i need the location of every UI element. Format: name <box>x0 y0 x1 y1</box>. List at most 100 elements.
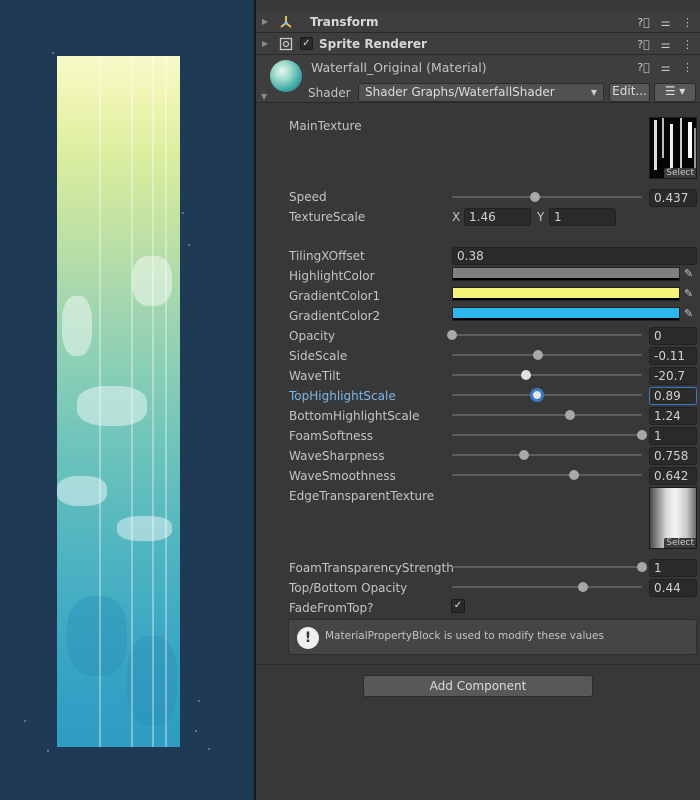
wave-smoothness-slider[interactable] <box>452 470 642 480</box>
highlight-color-swatch[interactable] <box>452 267 680 281</box>
presets-icon[interactable]: ⚌ <box>659 16 672 29</box>
gradient-color2-label: GradientColor2 <box>289 309 381 323</box>
more-options-icon[interactable]: ⋮ <box>681 38 694 51</box>
eyedropper-icon[interactable]: ✎ <box>684 307 696 321</box>
presets-icon[interactable]: ⚌ <box>659 38 672 51</box>
particle <box>198 700 200 702</box>
eyedropper-icon[interactable]: ✎ <box>684 267 696 281</box>
foam-softness-slider-thumb[interactable] <box>637 430 647 440</box>
foam-softness-slider[interactable] <box>452 430 647 440</box>
edge-transparent-texture-slot[interactable]: Select <box>649 487 697 549</box>
gradient-color1-label: GradientColor1 <box>289 289 381 303</box>
texture-scale-y-field[interactable]: 1 <box>549 208 616 226</box>
foldout-arrow-icon[interactable]: ▶ <box>262 17 272 26</box>
foam-softness-field[interactable]: 1 <box>649 427 697 445</box>
help-icon[interactable]: ?⃝ <box>637 61 650 74</box>
foldout-arrow-icon[interactable]: ▼ <box>261 92 267 101</box>
add-component-button[interactable]: Add Component <box>363 675 593 697</box>
main-texture-select-button[interactable]: Select <box>664 168 696 178</box>
gradient-color2-swatch[interactable] <box>452 307 680 321</box>
sprite-renderer-enabled-checkbox[interactable]: ✓ <box>300 37 313 50</box>
bottom-highlight-scale-slider[interactable] <box>452 410 642 420</box>
wave-tilt-label: WaveTilt <box>289 369 341 383</box>
particle <box>208 748 210 750</box>
texture-scale-label: TextureScale <box>289 210 366 224</box>
top-highlight-scale-field[interactable]: 0.89 <box>649 387 697 405</box>
foam-transparency-strength-slider[interactable] <box>452 562 647 572</box>
side-scale-field[interactable]: -0.11 <box>649 347 697 365</box>
shadow-blob <box>67 596 127 676</box>
side-scale-slider-thumb[interactable] <box>532 350 543 360</box>
top-bottom-opacity-slider[interactable] <box>452 582 642 592</box>
chevron-down-icon: ▼ <box>590 88 597 97</box>
edge-transparent-texture-label: EdgeTransparentTexture <box>289 489 435 503</box>
help-icon[interactable]: ?⃝ <box>637 38 650 51</box>
opacity-slider[interactable] <box>447 330 642 340</box>
wave-tilt-field[interactable]: -20.7 <box>649 367 697 385</box>
shader-edit-button[interactable]: Edit... <box>609 83 650 102</box>
speed-slider-thumb[interactable] <box>530 192 541 202</box>
transform-title: Transform <box>310 14 379 29</box>
wave-smoothness-field[interactable]: 0.642 <box>649 467 697 485</box>
info-help-box: ! MaterialPropertyBlock is used to modif… <box>288 619 697 655</box>
particle <box>47 750 49 752</box>
water-streak <box>99 56 101 747</box>
shader-dropdown[interactable]: Shader Graphs/WaterfallShader ▼ <box>358 83 604 102</box>
top-highlight-scale-slider[interactable] <box>452 388 642 402</box>
material-name: Waterfall_Original (Material) <box>311 60 487 75</box>
wave-smoothness-label: WaveSmoothness <box>289 469 396 483</box>
wave-tilt-slider-thumb[interactable] <box>521 370 532 380</box>
speed-field[interactable]: 0.437 <box>649 189 697 207</box>
transform-header[interactable]: ▶ Transform ?⃝ ⚌ ⋮ <box>256 11 700 33</box>
bottom-highlight-scale-slider-thumb[interactable] <box>564 410 575 420</box>
side-scale-slider[interactable] <box>452 350 642 360</box>
foldout-arrow-icon[interactable]: ▶ <box>262 39 272 48</box>
particle <box>195 730 197 732</box>
sprite-renderer-header[interactable]: ▶ ✓ Sprite Renderer ?⃝ ⚌ ⋮ <box>256 33 700 55</box>
sprite-renderer-title: Sprite Renderer <box>319 36 427 51</box>
shader-dropdown-value: Shader Graphs/WaterfallShader <box>365 85 555 99</box>
texture-scale-x-label[interactable]: X <box>452 209 460 225</box>
top-highlight-scale-slider-thumb[interactable] <box>529 388 544 402</box>
foam-transparency-strength-label: FoamTransparencyStrength <box>289 561 454 575</box>
wave-sharpness-field[interactable]: 0.758 <box>649 447 697 465</box>
foam-transparency-strength-slider-thumb[interactable] <box>637 562 647 572</box>
speed-slider[interactable] <box>452 192 642 202</box>
wave-tilt-slider[interactable] <box>452 370 642 380</box>
fade-from-top-checkbox[interactable]: ✓ <box>451 599 465 613</box>
speed-label: Speed <box>289 190 327 204</box>
presets-icon[interactable]: ⚌ <box>659 61 672 74</box>
wave-smoothness-slider-thumb[interactable] <box>568 470 579 480</box>
opacity-slider-thumb[interactable] <box>447 330 457 340</box>
water-streak <box>165 56 167 747</box>
wave-sharpness-slider[interactable] <box>452 450 642 460</box>
main-texture-slot[interactable]: Select <box>649 117 697 179</box>
foam-softness-label: FoamSoftness <box>289 429 374 443</box>
bottom-highlight-scale-label: BottomHighlightScale <box>289 409 420 423</box>
help-box-text: MaterialPropertyBlock is used to modify … <box>325 630 604 642</box>
transform-icon <box>278 14 294 30</box>
shader-options-dropdown[interactable]: ☰ ▾ <box>654 83 696 102</box>
fade-from-top-label: FadeFromTop? <box>289 601 374 615</box>
scene-view[interactable] <box>0 0 254 800</box>
gradient-color1-swatch[interactable] <box>452 287 680 301</box>
help-icon[interactable]: ?⃝ <box>637 16 650 29</box>
more-options-icon[interactable]: ⋮ <box>681 61 694 74</box>
more-options-icon[interactable]: ⋮ <box>681 16 694 29</box>
waterfall-sprite[interactable] <box>57 56 180 747</box>
highlight-color-label: HighlightColor <box>289 269 375 283</box>
texture-scale-y-label[interactable]: Y <box>537 209 544 225</box>
eyedropper-icon[interactable]: ✎ <box>684 287 696 301</box>
particle <box>52 52 54 54</box>
water-streak <box>131 56 133 747</box>
edge-transparent-texture-select-button[interactable]: Select <box>664 538 696 548</box>
wave-sharpness-slider-thumb[interactable] <box>519 450 529 460</box>
top-bottom-opacity-slider-thumb[interactable] <box>578 582 589 592</box>
foam-transparency-strength-field[interactable]: 1 <box>649 559 697 577</box>
tiling-x-offset-field[interactable]: 0.38 <box>452 247 697 265</box>
opacity-field[interactable]: 0 <box>649 327 697 345</box>
wave-sharpness-label: WaveSharpness <box>289 449 385 463</box>
texture-scale-x-field[interactable]: 1.46 <box>464 208 531 226</box>
top-bottom-opacity-field[interactable]: 0.44 <box>649 579 697 597</box>
bottom-highlight-scale-field[interactable]: 1.24 <box>649 407 697 425</box>
